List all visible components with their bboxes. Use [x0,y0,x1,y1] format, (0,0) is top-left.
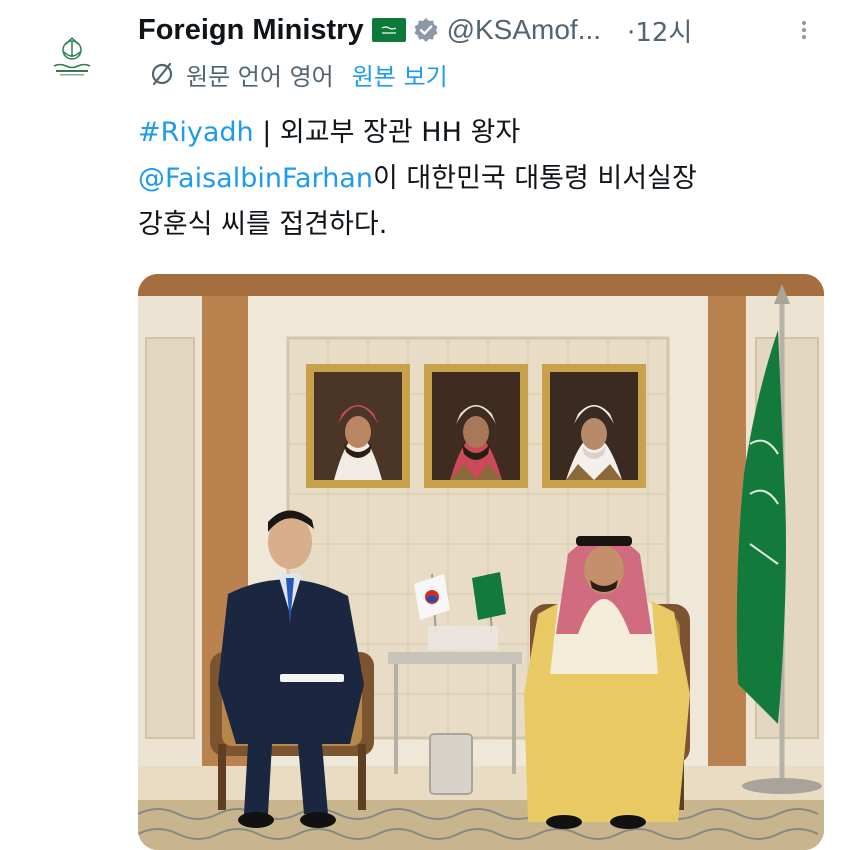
translation-bar: 원문 언어 영어 원본 보기 [148,57,448,92]
tweet-text: #Riyadh | 외교부 장관 HH 왕자 @FaisalbinFarhan이… [138,110,818,248]
more-options-icon[interactable] [794,18,814,44]
translate-icon [151,62,173,86]
portrait-right [542,364,646,488]
tweet-line-2-text: 이 대한민국 대통령 비서실장 [372,163,697,194]
avatar[interactable] [44,28,100,84]
tweet-line-3: 강훈식 씨를 접견하다. [138,209,388,240]
portrait-center [424,364,528,488]
display-name[interactable]: Foreign Ministry [138,14,364,47]
author-handle[interactable]: @KSAmof... [447,14,601,46]
tweet-line-1-text: | 외교부 장관 HH 왕자 [253,117,521,148]
tweet-photo[interactable] [138,274,824,850]
tweet-line-2: @FaisalbinFarhan이 대한민국 대통령 비서실장 [138,156,818,202]
mention-link[interactable]: @FaisalbinFarhan [138,163,373,194]
tweet-header: Foreign Ministry @KSAmof... ·12시 [138,12,828,48]
meeting-photo-illustration [138,274,824,850]
ministry-emblem-icon [53,36,91,76]
tweet-time[interactable]: ·12시 [627,12,692,49]
tweet-line-1: #Riyadh | 외교부 장관 HH 왕자 [138,110,818,156]
show-original-link[interactable]: 원본 보기 [352,57,448,92]
timestamp: 12시 [635,17,693,48]
saudi-flag-icon [371,18,406,42]
verified-badge-icon [413,17,439,43]
translation-info: 원문 언어 영어 [186,62,334,91]
hashtag-link[interactable]: #Riyadh [138,117,254,148]
portrait-left [306,364,410,488]
